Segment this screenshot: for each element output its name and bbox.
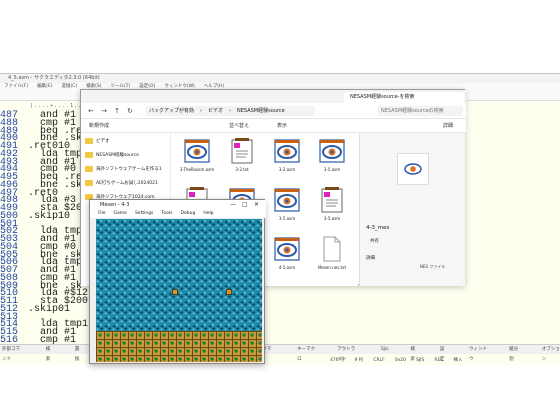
eye-file-icon (318, 137, 346, 165)
nav-item[interactable]: AE打ちゲームお試し2024021 (85, 179, 169, 189)
eye-file-icon (404, 163, 422, 175)
status-field: 9 桁 (354, 358, 364, 363)
menu-debug[interactable]: Debug (181, 210, 196, 218)
explorer-tab[interactable]: NESASM経験source-を検索 (344, 92, 464, 103)
blank-file-icon (318, 235, 346, 263)
file-item[interactable]: 3-5.asm (312, 186, 352, 230)
menu-edit[interactable]: 編集(E) (37, 83, 52, 91)
emulator-menu-bar: File Game Settings Tools Debug Help (90, 210, 266, 218)
file-item[interactable]: 3-2.txt (222, 137, 262, 181)
file-item[interactable]: 3-TheRoosm.asm (177, 137, 217, 181)
nav-item[interactable]: 海外ソフトウェアゲームを作る1 (85, 165, 169, 175)
details-section-label: 詳細 (366, 256, 375, 261)
address-bar: ← → ↑ ↻ バックアップが有効 › ビデオ › NESASM経験source… (81, 103, 466, 119)
breadcrumb-item[interactable]: バックアップが有効 (149, 106, 194, 116)
file-name: 3-5.asm (278, 216, 296, 221)
status-field: 挿入 (453, 358, 463, 363)
chevron-right-icon: › (229, 108, 232, 114)
search-input[interactable]: NESASM経験sourceの検索 (377, 106, 463, 116)
menu-convert[interactable]: 変換(C) (61, 83, 77, 91)
chevron-right-icon: › (200, 108, 203, 114)
file-name: 3-TheRoosm.asm (179, 167, 215, 172)
eye-file-icon (273, 137, 301, 165)
file-item[interactable]: 3-5.asm (312, 137, 352, 181)
file-item[interactable]: 4-5.asm (267, 235, 307, 279)
editor-status-bar: 476 行 9 桁 CRLF 0x20 SJIS REC 挿入 (330, 356, 560, 365)
sprite (226, 289, 232, 295)
breadcrumb-item[interactable]: ビデオ (208, 106, 223, 116)
file-name: 3-2.txt (235, 167, 249, 172)
minimize-icon[interactable]: — (230, 200, 236, 210)
folder-icon (85, 179, 93, 186)
status-field: CRLF (373, 358, 385, 363)
breadcrumb-item[interactable]: NESASM経験source (237, 106, 285, 116)
new-button[interactable]: 新規作成 (89, 119, 109, 133)
function-key[interactable]: キーマクロ (297, 345, 315, 362)
status-field: SJIS (415, 358, 425, 363)
emulator-title-bar: Mesen - 4-3 (90, 200, 266, 210)
editor-title-bar: 4_5.asm - サクラエディタ2.3.0 (64bit) (0, 74, 560, 83)
menu-help[interactable]: Help (203, 210, 213, 218)
function-key[interactable]: 設定 (440, 345, 447, 362)
file-item[interactable]: 3-5.asm (267, 186, 307, 230)
eye-file-icon (183, 137, 211, 165)
menu-settings[interactable]: Settings (135, 210, 153, 218)
code-area[interactable]: 487 and #1 488 cmp #1 489 beq .re 490 bne .… (0, 110, 94, 346)
file-name: 4-5.asm (278, 265, 296, 270)
view-button[interactable]: 表示 (277, 119, 287, 133)
folder-icon (85, 151, 93, 158)
function-key[interactable]: Sjis (381, 345, 389, 354)
file-item[interactable]: Mesen.nes.txt (312, 235, 352, 279)
refresh-icon[interactable]: ↻ (126, 107, 134, 115)
preview-thumbnail (397, 153, 429, 185)
menu-tools[interactable]: Tools (161, 210, 172, 218)
explorer-tab-bar: NESASM経験source-を検索 (81, 90, 466, 103)
file-name: Mesen.nes.txt (317, 265, 347, 270)
function-key[interactable]: 検索 (46, 345, 53, 362)
maximize-icon[interactable]: □ (242, 200, 248, 210)
details-pane: 4-3_mes 共有 詳細 NES ファイル (359, 133, 465, 286)
menu-file[interactable]: File (98, 210, 106, 218)
share-button[interactable]: 共有 (370, 238, 379, 244)
file-name: 3-5.asm (323, 167, 341, 172)
eye-file-icon (273, 186, 301, 214)
function-key[interactable]: 検索 (411, 345, 418, 362)
folder-icon (85, 137, 93, 144)
forward-arrow-icon[interactable]: → (100, 107, 108, 115)
preview-filename: 4-3_mes (366, 225, 390, 231)
function-key[interactable]: 外部コマンド (2, 345, 24, 362)
file-item[interactable]: 3-2.asm (267, 137, 307, 181)
file-type-value: NES ファイル (420, 264, 446, 269)
back-arrow-icon[interactable]: ← (87, 107, 95, 115)
status-field: 0x20 (394, 358, 406, 363)
file-name: 3-5.asm (323, 216, 341, 221)
menu-file[interactable]: ファイル(F) (4, 83, 28, 91)
nav-item[interactable]: NESASM経験source (85, 151, 169, 161)
close-icon[interactable]: ✕ (254, 200, 259, 210)
function-key-bar: 外部コマンド検索置換次を検索前を検索Grepタグジャンプブックマークキーマクロア… (0, 344, 560, 362)
function-key[interactable]: 縦分割 (509, 345, 520, 362)
emulator-window: Mesen - 4-3 — □ ✕ File Game Settings Too… (89, 199, 266, 364)
notepad-file-icon (318, 186, 346, 214)
status-field: 476 行 (330, 358, 345, 363)
game-screen[interactable] (96, 219, 262, 362)
command-bar: 新規作成 並べ替え 表示 詳細 (81, 119, 466, 133)
breadcrumb[interactable]: バックアップが有効 › ビデオ › NESASM経験source (145, 106, 315, 116)
sprite (172, 289, 178, 295)
eye-file-icon (273, 235, 301, 263)
file-name: 3-2.asm (278, 167, 296, 172)
function-key[interactable]: アウトライン (337, 345, 359, 362)
status-field: REC (434, 358, 444, 363)
ground-tiles (96, 331, 262, 362)
nav-item[interactable]: ビデオ (85, 137, 169, 147)
menu-game[interactable]: Game (114, 210, 127, 218)
function-key[interactable]: ウィンドウ (469, 345, 487, 362)
notepad-file-icon (228, 137, 256, 165)
details-button[interactable]: 詳細 (443, 119, 453, 133)
sort-button[interactable]: 並べ替え (229, 119, 249, 133)
folder-icon (85, 165, 93, 172)
up-arrow-icon[interactable]: ↑ (113, 107, 121, 115)
function-key[interactable]: 置換 (75, 345, 82, 362)
function-key[interactable]: オプション (542, 345, 560, 362)
